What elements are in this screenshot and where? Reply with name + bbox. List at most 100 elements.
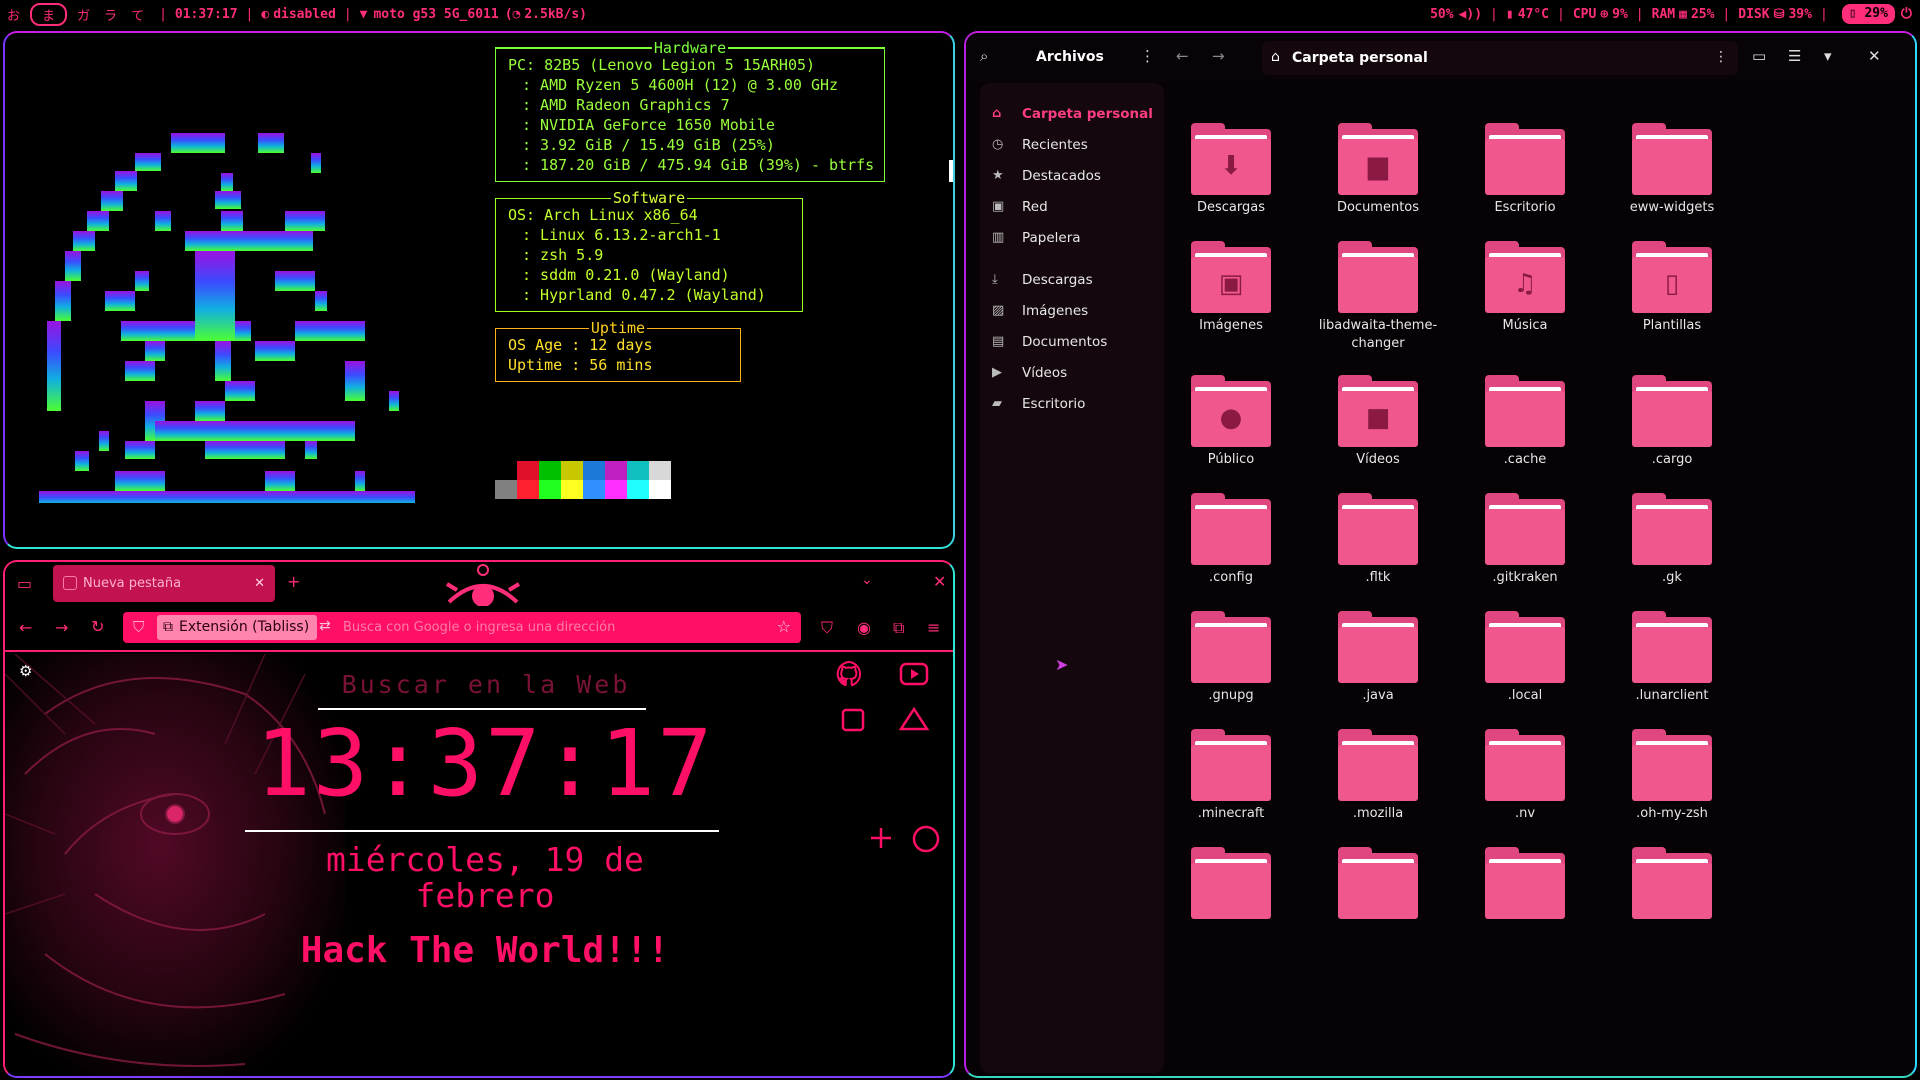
palette-swatch bbox=[539, 461, 561, 480]
new-folder-icon[interactable]: ▭ bbox=[1752, 47, 1766, 65]
folder-item[interactable]: ■ Vídeos bbox=[1303, 375, 1453, 469]
folder-icon bbox=[1632, 847, 1712, 919]
url-bar[interactable]: ⛉ ⧉ Extensión (Tabliss) ⇄ ☆ bbox=[123, 612, 801, 643]
folder-item[interactable]: .cache bbox=[1450, 375, 1600, 469]
workspace-1[interactable]: お bbox=[0, 5, 27, 24]
folder-glyph-icon: ▣ bbox=[1218, 269, 1244, 299]
folder-item[interactable]: ⬇ Descargas bbox=[1156, 123, 1306, 217]
folder-item[interactable]: .minecraft bbox=[1156, 729, 1306, 823]
tab-list-icon[interactable]: ▭ bbox=[17, 574, 32, 593]
sidebar-item-8[interactable]: ▶ Vídeos bbox=[980, 358, 1164, 388]
new-tab-icon[interactable]: + bbox=[287, 572, 300, 591]
workspace-2[interactable]: ま bbox=[30, 2, 68, 26]
account-icon[interactable]: ◉ bbox=[857, 618, 871, 637]
folder-icon bbox=[1191, 847, 1271, 919]
folder-item[interactable]: .local bbox=[1450, 611, 1600, 705]
path-label: Carpeta personal bbox=[1292, 50, 1428, 66]
settings-gear-icon[interactable]: ⚙ bbox=[19, 662, 32, 680]
shield-icon[interactable]: ⛉ bbox=[133, 618, 144, 636]
bookmark-star-icon[interactable]: ☆ bbox=[777, 617, 791, 636]
sidebar-item-7[interactable]: ▤ Documentos bbox=[980, 327, 1164, 357]
search-icon[interactable]: ⌕ bbox=[980, 47, 988, 65]
folder-item[interactable]: .config bbox=[1156, 493, 1306, 587]
idle-icon[interactable]: ◐ bbox=[261, 7, 269, 22]
main-menu-icon[interactable]: ⋮ bbox=[1140, 47, 1155, 65]
folder-item[interactable]: .lunarclient bbox=[1597, 611, 1747, 705]
permissions-icon[interactable]: ⇄ bbox=[319, 618, 331, 634]
url-input[interactable] bbox=[343, 612, 763, 643]
folder-item[interactable]: ● Público bbox=[1156, 375, 1306, 469]
volume-value[interactable]: 50% bbox=[1430, 7, 1453, 22]
workspace-3[interactable]: ガ bbox=[70, 5, 97, 24]
folder-item[interactable]: .oh-my-zsh bbox=[1597, 729, 1747, 823]
forward-icon[interactable]: → bbox=[55, 618, 68, 637]
path-bar[interactable]: ⌂ Carpeta personal ⋮ bbox=[1262, 41, 1738, 75]
tab-close-icon[interactable]: ✕ bbox=[254, 565, 265, 602]
workspace-5[interactable]: て bbox=[124, 5, 151, 24]
github-icon[interactable] bbox=[835, 660, 863, 688]
folder-item[interactable]: ▣ Imágenes bbox=[1156, 241, 1306, 335]
folder-item[interactable]: .fltk bbox=[1303, 493, 1453, 587]
add-shortcut-icon[interactable] bbox=[869, 826, 893, 850]
sidebar-item-5[interactable]: ⤓ Descargas bbox=[980, 265, 1164, 295]
idle-status[interactable]: disabled bbox=[273, 7, 336, 22]
sidebar-item-6[interactable]: ▨ Imágenes bbox=[980, 296, 1164, 326]
folder-item[interactable]: .cargo bbox=[1597, 375, 1747, 469]
sidebar-item-3[interactable]: ▣ Red bbox=[980, 192, 1164, 222]
folder-item[interactable]: ▆ Documentos bbox=[1303, 123, 1453, 217]
folder-item[interactable]: eww-widgets bbox=[1597, 123, 1747, 217]
sidebar-item-label: Red bbox=[1022, 199, 1048, 215]
extensions-icon[interactable]: ⧉ bbox=[893, 618, 904, 638]
power-icon[interactable]: ⏻ bbox=[1901, 6, 1912, 22]
folder-item[interactable]: Escritorio bbox=[1450, 123, 1600, 217]
home-icon: ⌂ bbox=[1271, 49, 1280, 65]
window-close-icon[interactable]: ✕ bbox=[933, 572, 946, 591]
square-shortcut-icon[interactable] bbox=[841, 708, 865, 732]
speaker-icon[interactable]: ◀)) bbox=[1459, 7, 1482, 22]
folder-item[interactable]: .gk bbox=[1597, 493, 1747, 587]
folder-item[interactable] bbox=[1303, 847, 1453, 923]
folder-item[interactable]: ▯ Plantillas bbox=[1597, 241, 1747, 335]
path-menu-icon[interactable]: ⋮ bbox=[1714, 49, 1728, 65]
folder-label: .fltk bbox=[1365, 570, 1391, 585]
triangle-shortcut-icon[interactable] bbox=[899, 706, 929, 732]
web-search-label[interactable]: Buscar en la Web bbox=[325, 670, 647, 699]
folder-item[interactable] bbox=[1156, 847, 1306, 923]
sidebar-item-9[interactable]: ▰ Escritorio bbox=[980, 389, 1164, 419]
sidebar-item-1[interactable]: ◷ Recientes bbox=[980, 130, 1164, 160]
extension-chip[interactable]: ⧉ Extensión (Tabliss) bbox=[157, 615, 318, 640]
view-options-icon[interactable]: ▾ bbox=[1824, 47, 1832, 65]
menu-icon[interactable]: ≡ bbox=[927, 618, 940, 637]
workspace-4[interactable]: ラ bbox=[97, 5, 124, 24]
folder-item[interactable]: .gnupg bbox=[1156, 611, 1306, 705]
tab-overflow-icon[interactable]: ⌄ bbox=[861, 572, 873, 588]
close-icon[interactable]: ✕ bbox=[1868, 47, 1881, 65]
forward-icon[interactable]: → bbox=[1212, 47, 1225, 65]
folder-item[interactable]: .java bbox=[1303, 611, 1453, 705]
folder-item[interactable]: ♫ Música bbox=[1450, 241, 1600, 335]
circle-shortcut-icon[interactable] bbox=[911, 824, 941, 854]
slogan-text: Hack The World!!! bbox=[300, 930, 670, 971]
folder-item[interactable]: libadwaita-theme-changer bbox=[1303, 241, 1453, 353]
youtube-icon[interactable] bbox=[899, 662, 929, 686]
sidebar-item-2[interactable]: ★ Destacados bbox=[980, 161, 1164, 191]
wifi-name[interactable]: moto g53 5G_6011 bbox=[373, 7, 498, 22]
folder-icon bbox=[1485, 123, 1565, 195]
folder-item[interactable]: .gitkraken bbox=[1450, 493, 1600, 587]
clock-display: 13:37:17 bbox=[255, 710, 715, 817]
folder-item[interactable]: .nv bbox=[1450, 729, 1600, 823]
folder-item[interactable]: .mozilla bbox=[1303, 729, 1453, 823]
file-manager-window[interactable]: ⌕ Archivos ⋮ ← → ⌂ Carpeta personal ⋮ ▭ … bbox=[964, 31, 1917, 1078]
folder-item[interactable] bbox=[1450, 847, 1600, 923]
tab-new-tab[interactable]: Nueva pestaña ✕ bbox=[53, 565, 275, 602]
folder-item[interactable] bbox=[1597, 847, 1747, 923]
sidebar-item-4[interactable]: ▥ Papelera bbox=[980, 223, 1164, 253]
back-icon[interactable]: ← bbox=[1176, 47, 1189, 65]
sidebar-item-0[interactable]: ⌂ Carpeta personal bbox=[980, 99, 1164, 129]
back-icon[interactable]: ← bbox=[19, 618, 32, 637]
browser-window[interactable]: ▭ Nueva pestaña ✕ + ⌄ ✕ ← → ↻ ⛉ ⧉ Extens… bbox=[3, 560, 955, 1078]
pocket-icon[interactable]: ⛉ bbox=[821, 618, 833, 638]
reload-icon[interactable]: ↻ bbox=[91, 617, 104, 636]
terminal-window[interactable]: Hardware PC: 82B5 (Lenovo Legion 5 15ARH… bbox=[3, 31, 955, 549]
view-toggle-icon[interactable]: ☰ bbox=[1788, 47, 1801, 65]
